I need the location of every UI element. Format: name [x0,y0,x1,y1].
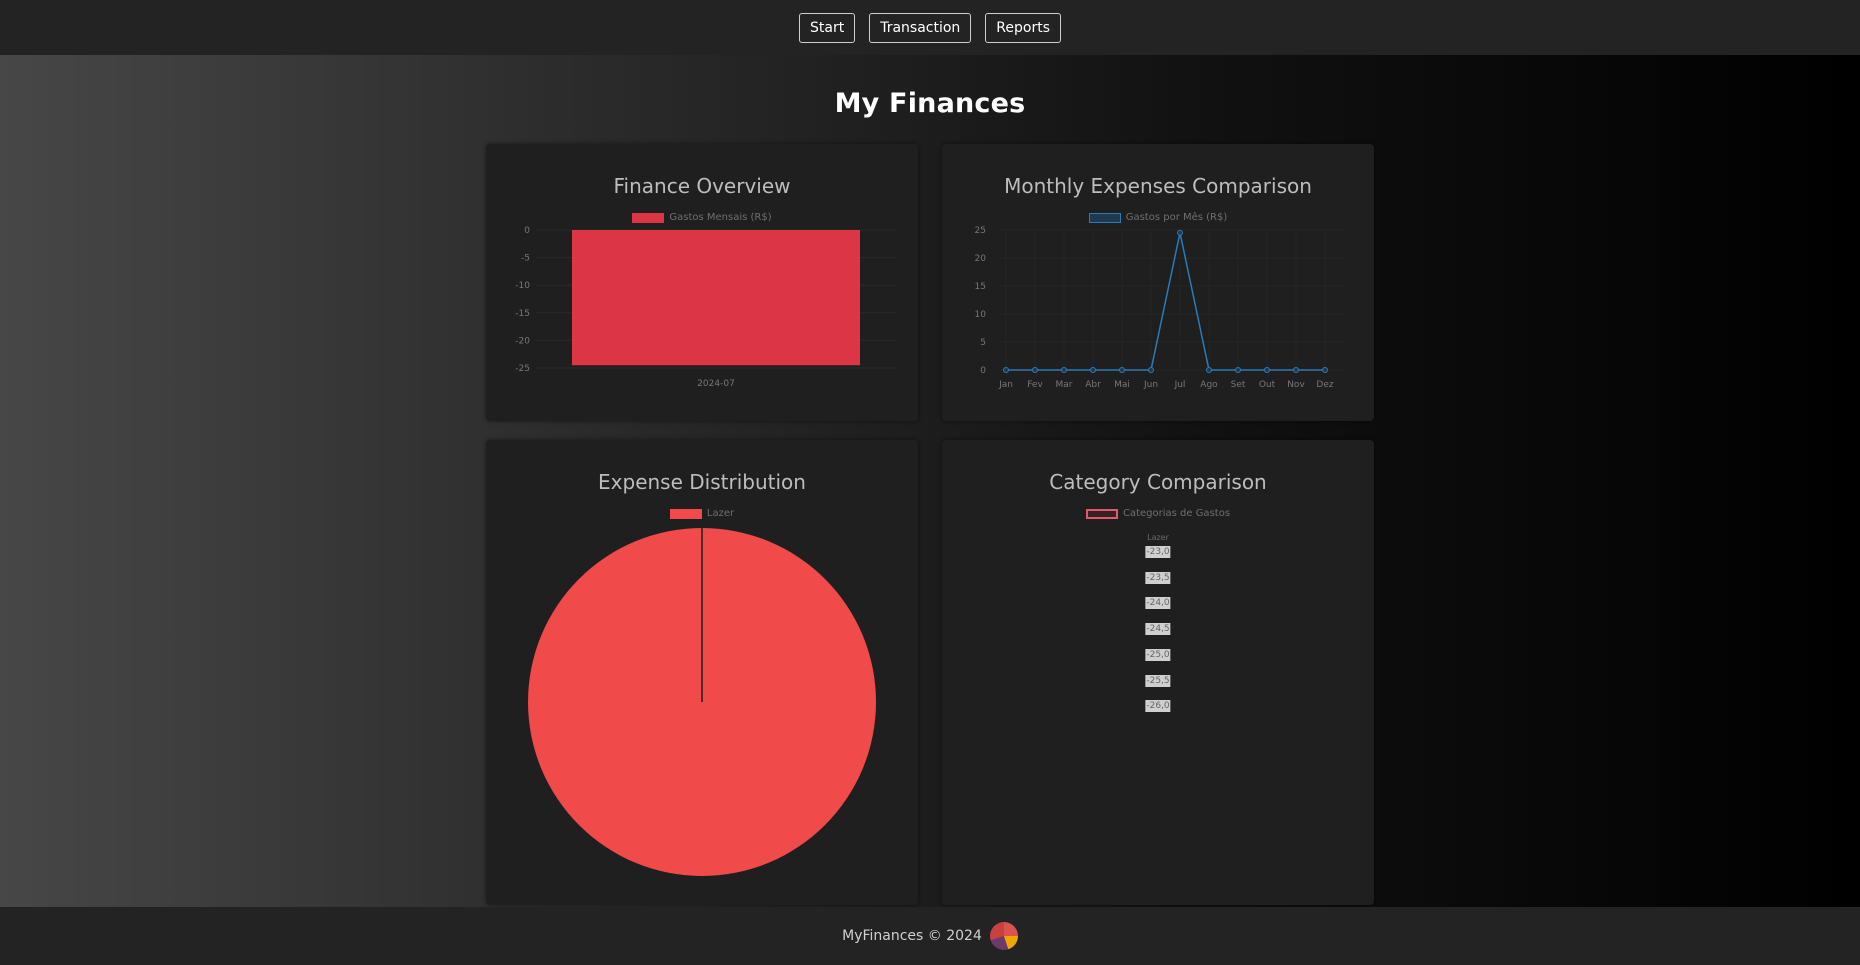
x-tick-label: Mar [1056,380,1073,390]
footer-text: MyFinances © 2024 [842,928,982,944]
radar-tick-label: -23,5 [1145,571,1171,584]
monthly-expenses-line-chart: 25 20 15 10 5 0 Jan Fev Mar Abr Mai Jun Jul Ago Set Out… [975,226,1345,390]
data-point [1061,367,1067,373]
radar-tick-label: -24,0 [1145,597,1171,610]
data-point [1090,367,1096,373]
category-comparison-card: Category Comparison Categorias de Gastos… [942,440,1374,905]
x-tick-label: Dez [1316,380,1333,390]
bar [572,230,860,366]
x-tick-label: Set [1231,380,1246,390]
x-tick-label: Jan [998,380,1013,390]
series-line [1006,232,1325,371]
data-point [1119,367,1125,373]
data-point [1032,367,1038,373]
y-tick-label: 25 [975,226,986,236]
radar-tick-label: -25,5 [1145,674,1171,687]
y-tick-label: -5 [521,254,530,264]
nav-reports-button[interactable]: Reports [985,12,1061,43]
monthly-expenses-card: Monthly Expenses Comparison Gastos por M… [942,144,1374,421]
data-point [1293,367,1299,373]
footer: MyFinances © 2024 [0,907,1860,965]
x-tick-label: Jun [1143,380,1158,390]
finance-overview-card: Finance Overview Gastos Mensais (R$) 0 -5… [486,144,918,421]
app-logo-icon [989,922,1018,950]
finance-overview-bar-chart: 0 -5 -10 -15 -20 -25 2024-07 [515,226,896,389]
category-radar-chart: Lazer -23,0 -23,5 -24,0 -24,5 -25,0 -25,5 -26,0 [942,440,1374,905]
y-tick-label: 0 [524,226,530,236]
radar-tick-label: -24,5 [1145,623,1171,636]
y-tick-label: 10 [975,310,987,320]
x-tick-label: Fev [1027,380,1043,390]
radar-tick-label: -25,0 [1145,648,1171,661]
expense-distribution-pie-chart [528,528,876,876]
page-title: My Finances [834,88,1026,119]
y-tick-label: -20 [515,336,530,346]
data-point [1003,367,1009,373]
y-tick-label: 0 [980,366,986,376]
y-tick-label: -10 [515,281,530,291]
y-tick-label: 15 [975,282,986,292]
x-tick-label: 2024-07 [697,379,735,389]
x-tick-label: Ago [1200,380,1218,390]
x-tick-label: Abr [1085,380,1101,390]
radar-axis-label: Lazer [1147,533,1169,542]
nav-transaction-button[interactable]: Transaction [869,12,972,43]
y-tick-label: -15 [515,309,530,319]
top-navbar: Start Transaction Reports [0,0,1860,55]
data-point [1206,367,1212,373]
data-point [1177,229,1183,236]
y-tick-label: 20 [975,254,987,264]
x-tick-label: Jul [1174,380,1186,390]
data-point [1148,367,1154,373]
data-point [1235,367,1241,373]
y-tick-label: -25 [515,364,530,374]
x-tick-label: Out [1259,380,1276,390]
expense-distribution-card: Expense Distribution Lazer [486,440,918,905]
radar-tick-label: -26,0 [1145,700,1171,713]
data-point [1322,367,1328,373]
y-tick-label: 5 [980,338,986,348]
x-tick-label: Mai [1114,380,1130,390]
data-point [1264,367,1270,373]
radar-tick-label: -23,0 [1145,546,1171,558]
nav-start-button[interactable]: Start [799,12,856,43]
x-tick-label: Nov [1287,380,1305,390]
